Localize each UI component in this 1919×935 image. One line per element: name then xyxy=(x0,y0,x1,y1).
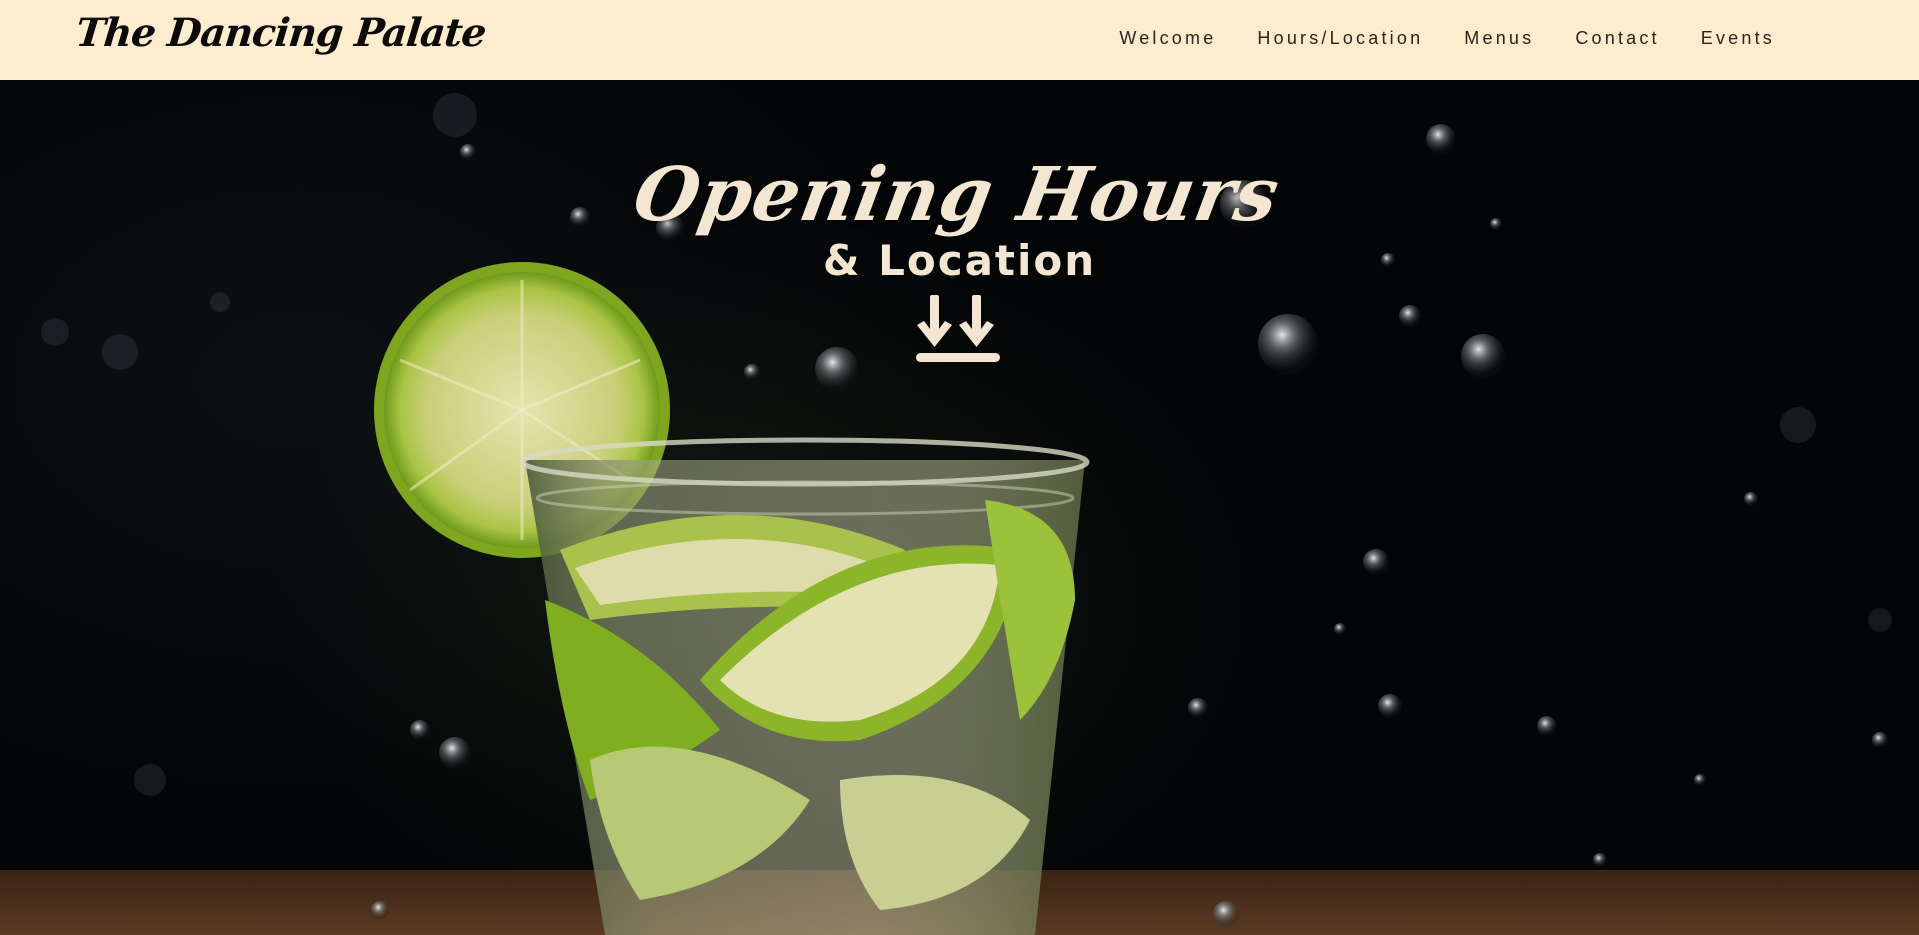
site-header: The Dancing Palate Welcome Hours/Locatio… xyxy=(0,0,1919,80)
brand-logo[interactable]: The Dancing Palate xyxy=(74,10,488,56)
double-arrow-down-icon[interactable] xyxy=(913,295,1003,367)
nav-link-menus[interactable]: Menus xyxy=(1464,28,1534,49)
hero-subtitle: & Location xyxy=(822,236,1097,285)
main-nav: Welcome Hours/Location Menus Contact Eve… xyxy=(1119,28,1775,49)
nav-link-welcome[interactable]: Welcome xyxy=(1119,28,1216,49)
nav-link-events[interactable]: Events xyxy=(1701,28,1775,49)
nav-link-hours-location[interactable]: Hours/Location xyxy=(1257,28,1423,49)
nav-link-contact[interactable]: Contact xyxy=(1575,28,1659,49)
hero-title: Opening Hours xyxy=(627,152,1286,238)
hero-heading: Opening Hours & Location xyxy=(0,152,1919,285)
hero-section: Opening Hours & Location xyxy=(0,80,1919,935)
